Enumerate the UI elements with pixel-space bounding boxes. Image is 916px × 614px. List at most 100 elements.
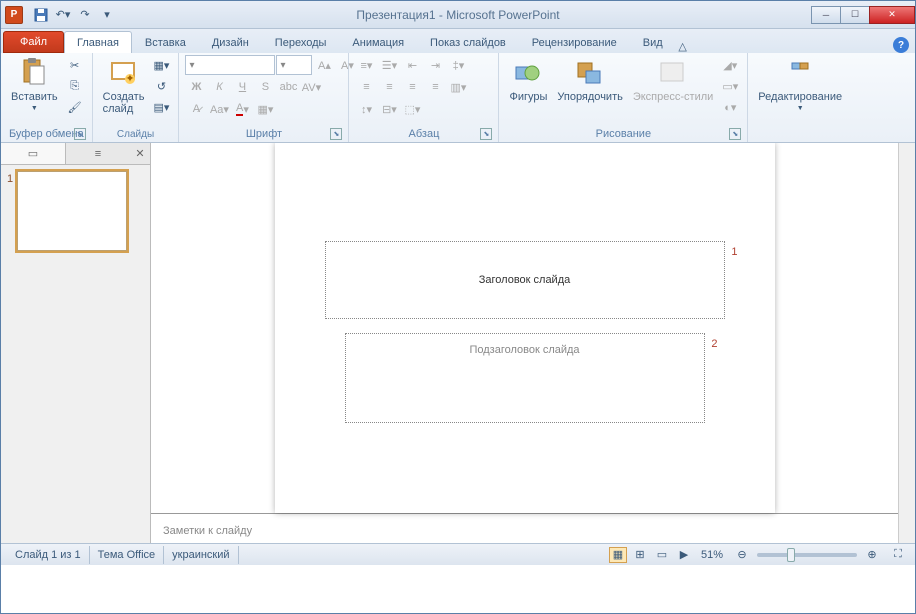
slide-thumbnail[interactable] [17,171,127,251]
panel-close-button[interactable]: ✕ [130,143,150,164]
font-launcher[interactable]: ⬊ [330,128,342,140]
quick-styles-button[interactable]: Экспресс-стили [629,55,717,105]
paragraph-launcher[interactable]: ⬊ [480,128,492,140]
zoom-area: ▦ ⊞ ▭ ▶ 51% ⊖ ⊕ ⛶ [609,545,909,565]
align-text-button[interactable]: ⊟▾ [378,99,400,119]
normal-view-button[interactable]: ▦ [609,547,627,563]
tab-view[interactable]: Вид [630,31,676,53]
shape-outline-button[interactable]: ▭▾ [719,76,741,96]
grow-font-button[interactable]: A▴ [313,55,335,75]
align-center-button[interactable]: ≡ [378,77,400,97]
tab-home[interactable]: Главная [64,31,132,53]
slide[interactable]: Заголовок слайда 1 Подзаголовок слайда 2 [275,143,775,513]
spacing-button[interactable]: AV▾ [300,77,322,97]
editing-button[interactable]: Редактирование ▼ [754,55,846,114]
editing-label: Редактирование [758,91,842,103]
theme-status[interactable]: Тема Office [90,546,165,564]
maximize-button[interactable]: ☐ [840,6,870,24]
minimize-ribbon-button[interactable]: △ [676,39,690,53]
arrange-icon [574,57,606,89]
panel-tabs: ▭ ≡ ✕ [1,143,150,165]
title-placeholder[interactable]: Заголовок слайда 1 [325,241,725,319]
ribbon-tabs: Файл Главная Вставка Дизайн Переходы Ани… [1,29,915,53]
line-spacing-button[interactable]: ‡▾ [447,55,469,75]
quick-access-toolbar: ↶▾ ↷ ▾ [27,5,121,25]
tab-review[interactable]: Рецензирование [519,31,630,53]
vertical-scrollbar[interactable] [898,143,915,543]
font-size-combo[interactable]: ▾ [276,55,312,75]
text-direction-button[interactable]: ↕▾ [355,99,377,119]
bold-button[interactable]: Ж [185,77,207,97]
align-right-button[interactable]: ≡ [401,77,423,97]
strike-button[interactable]: S [254,77,276,97]
columns-button[interactable]: ▥▾ [447,77,469,97]
underline-button[interactable]: Ч [231,77,253,97]
titlebar: P ↶▾ ↷ ▾ Презентация1 - Microsoft PowerP… [1,1,915,29]
change-case-button[interactable]: Aa▾ [208,99,230,119]
new-slide-button[interactable]: ✦ Создать слайд [99,55,149,117]
minimize-button[interactable]: ─ [811,6,841,24]
zoom-slider[interactable] [757,553,857,557]
statusbar: Слайд 1 из 1 Тема Office украинский ▦ ⊞ … [1,543,915,565]
zoom-thumb[interactable] [787,548,795,562]
fit-button[interactable]: ⛶ [887,545,909,565]
italic-button[interactable]: К [208,77,230,97]
bullets-button[interactable]: ≡▾ [355,55,377,75]
decrease-indent-button[interactable]: ⇤ [401,55,423,75]
numbering-button[interactable]: ☰▾ [378,55,400,75]
reset-button[interactable]: ↺ [150,76,172,96]
language-status[interactable]: украинский [164,546,238,564]
format-painter-button[interactable]: 🖌 [64,97,86,117]
drawing-launcher[interactable]: ⬊ [729,128,741,140]
shape-effects-button[interactable]: ◐▾ [719,97,741,117]
tab-insert[interactable]: Вставка [132,31,199,53]
new-slide-icon: ✦ [108,57,140,89]
increase-indent-button[interactable]: ⇥ [424,55,446,75]
tab-transitions[interactable]: Переходы [262,31,340,53]
file-tab[interactable]: Файл [3,31,64,53]
close-button[interactable]: ✕ [869,6,915,24]
shape-fill-button[interactable]: ◢▾ [719,55,741,75]
help-button[interactable]: ? [893,37,909,53]
canvas-area: Заголовок слайда 1 Подзаголовок слайда 2… [151,143,898,543]
clipboard-launcher[interactable]: ⬊ [74,128,86,140]
paste-button[interactable]: Вставить ▼ [7,55,62,114]
tab-slideshow[interactable]: Показ слайдов [417,31,519,53]
align-left-button[interactable]: ≡ [355,77,377,97]
font-color-button[interactable]: A▾ [231,99,253,119]
save-button[interactable] [31,5,51,25]
slideshow-view-button[interactable]: ▶ [675,547,693,563]
copy-button[interactable]: ⎘ [64,76,86,96]
tab-animations[interactable]: Анимация [339,31,417,53]
highlight-button[interactable]: ▦▾ [254,99,276,119]
slides-tab[interactable]: ▭ [1,143,66,164]
layout-button[interactable]: ▦▾ [150,55,172,75]
arrange-button[interactable]: Упорядочить [553,55,626,105]
undo-button[interactable]: ↶▾ [53,5,73,25]
shapes-button[interactable]: Фигуры [505,55,551,105]
section-button[interactable]: ▤▾ [150,97,172,117]
canvas-scroll[interactable]: Заголовок слайда 1 Подзаголовок слайда 2 [151,143,898,513]
slides-label: Слайды [99,127,173,142]
smartart-button[interactable]: ⬚▾ [401,99,423,119]
outline-tab[interactable]: ≡ [66,143,130,164]
justify-button[interactable]: ≡ [424,77,446,97]
reading-view-button[interactable]: ▭ [653,547,671,563]
zoom-out-button[interactable]: ⊖ [731,545,753,565]
qat-more-button[interactable]: ▾ [97,5,117,25]
font-family-combo[interactable]: ▾ [185,55,275,75]
shadow-button[interactable]: abc [277,77,299,97]
zoom-level[interactable]: 51% [701,549,723,561]
thumbnails: 1 [1,165,150,543]
zoom-in-button[interactable]: ⊕ [861,545,883,565]
sorter-view-button[interactable]: ⊞ [631,547,649,563]
cut-button[interactable]: ✂ [64,55,86,75]
tab-design[interactable]: Дизайн [199,31,262,53]
thumb-item[interactable]: 1 [7,171,144,251]
slide-counter[interactable]: Слайд 1 из 1 [7,546,90,564]
clear-format-button[interactable]: A̷ [185,99,207,119]
group-slides: ✦ Создать слайд ▦▾ ↺ ▤▾ Слайды [93,53,180,142]
redo-button[interactable]: ↷ [75,5,95,25]
subtitle-placeholder[interactable]: Подзаголовок слайда 2 [345,333,705,423]
notes-pane[interactable]: Заметки к слайду [151,513,898,543]
